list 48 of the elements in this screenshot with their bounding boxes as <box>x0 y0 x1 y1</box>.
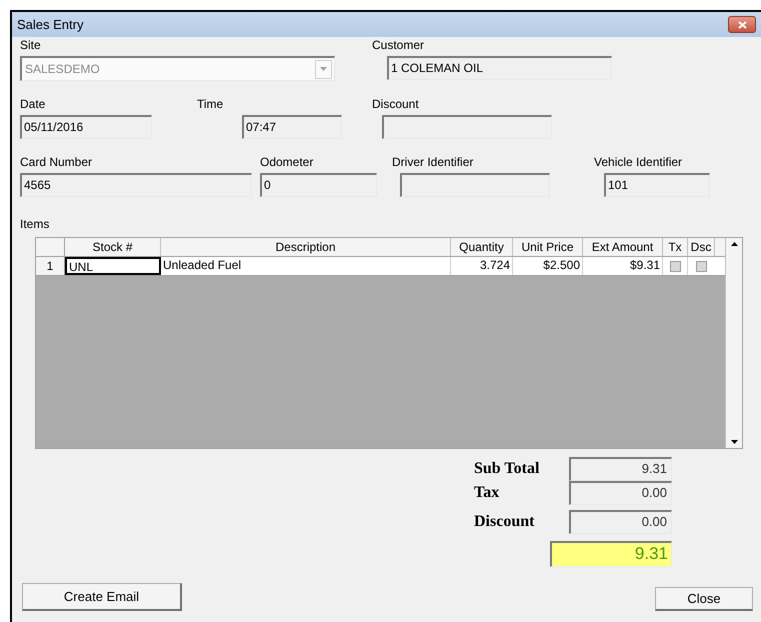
field-label: Discount <box>372 97 420 111</box>
field-label: Driver Identifier <box>392 155 474 169</box>
field-label: Card Number <box>20 155 94 169</box>
total-field: 0.00 <box>569 481 672 505</box>
table-cell: $2.500 <box>513 257 583 275</box>
table-cell: $9.31 <box>583 257 663 275</box>
total-label: Tax <box>474 483 500 503</box>
checkbox[interactable] <box>670 260 680 272</box>
close-button[interactable] <box>728 16 756 33</box>
grand-total-field: 9.31 <box>550 541 672 567</box>
text-field[interactable]: 101 <box>604 173 710 197</box>
column-header[interactable]: Tx <box>663 238 688 256</box>
field-label: Customer <box>372 38 426 52</box>
field-label: Odometer <box>260 155 314 169</box>
window-title: Sales Entry <box>17 16 84 34</box>
table-cell: 3.724 <box>451 257 513 275</box>
column-header[interactable]: Description <box>161 238 451 256</box>
checkbox[interactable] <box>696 260 707 272</box>
close-dialog-button[interactable]: Close <box>655 587 753 611</box>
total-label: Discount <box>474 512 536 532</box>
field-label: Time <box>197 97 224 111</box>
column-header[interactable]: Ext Amount <box>583 238 663 256</box>
create-email-button[interactable]: Create Email <box>22 583 182 611</box>
items-label: Items <box>20 216 50 233</box>
text-field[interactable]: 1 COLEMAN OIL <box>387 56 612 80</box>
total-field: 0.00 <box>569 510 672 534</box>
text-field[interactable] <box>382 115 552 139</box>
scroll-down-icon <box>730 440 738 444</box>
total-field: 9.31 <box>569 457 672 481</box>
text-field[interactable]: 05/11/2016 <box>20 115 152 139</box>
text-field[interactable]: 4565 <box>20 173 252 197</box>
text-field[interactable] <box>400 173 550 197</box>
table-cell: Unleaded Fuel <box>161 257 451 275</box>
row-number: 1 <box>36 257 65 275</box>
table-cell: UNL <box>65 257 161 275</box>
column-header[interactable]: Quantity <box>451 238 513 256</box>
close-icon <box>738 20 746 28</box>
column-header[interactable]: Stock # <box>65 238 161 256</box>
text-field[interactable]: 0 <box>260 173 377 197</box>
scroll-up-icon <box>730 242 738 246</box>
column-header[interactable]: Dsc <box>688 238 715 256</box>
field-label: Site <box>20 38 42 52</box>
field-label: Date <box>20 97 46 111</box>
field-label: Vehicle Identifier <box>594 155 684 169</box>
text-field[interactable]: 07:47 <box>242 115 342 139</box>
total-label: Sub Total <box>474 459 540 479</box>
column-header[interactable]: Unit Price <box>513 238 583 256</box>
scrollbar[interactable] <box>725 238 742 448</box>
